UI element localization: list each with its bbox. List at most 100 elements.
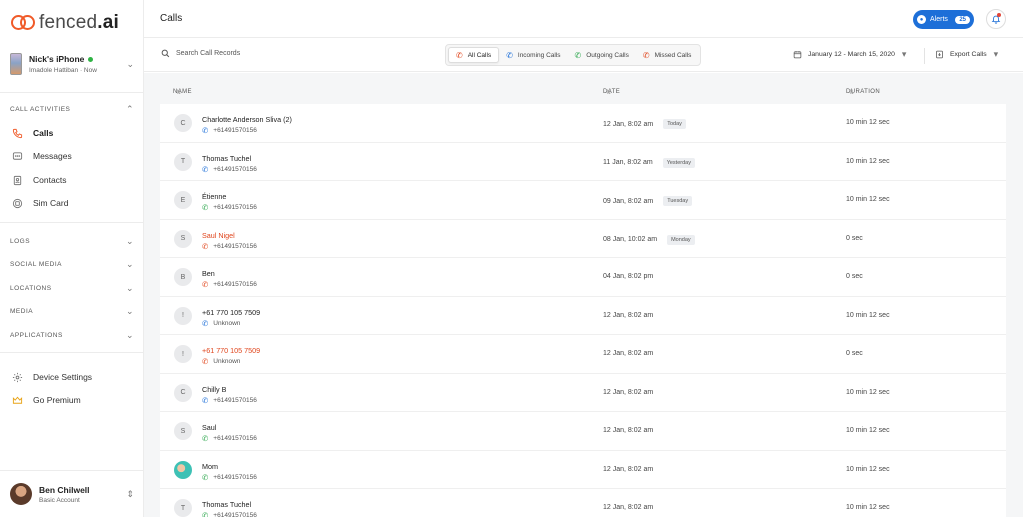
contact-number: ✆ Unknown bbox=[202, 319, 240, 328]
contact-number: ✆ +61491570156 bbox=[202, 165, 257, 174]
user-account-switcher[interactable]: Ben Chilwell Basic Account ⇕ bbox=[10, 482, 134, 506]
avatar: C bbox=[174, 114, 192, 132]
date-value: 08 Jan, 10:02 am bbox=[603, 236, 658, 243]
date-range-picker[interactable]: January 12 - March 15, 2020 ▾ bbox=[793, 49, 906, 60]
phone-number: +61491570156 bbox=[213, 127, 257, 134]
chevron-down-icon: ⌄ bbox=[125, 283, 134, 293]
sidebar-item-label: Contacts bbox=[33, 175, 67, 185]
call-duration: 10 min 12 sec bbox=[846, 157, 890, 165]
tab-all-calls[interactable]: ✆ All Calls bbox=[448, 47, 500, 63]
day-badge: Monday bbox=[667, 234, 695, 245]
phone-icon bbox=[10, 126, 24, 140]
outgoing-call-icon: ✆ bbox=[202, 434, 209, 443]
section-applications[interactable]: APPLICATIONS ⌄ bbox=[10, 330, 134, 341]
filter-bar: Search Call Records ✆ All Calls ✆ Incoming… bbox=[144, 39, 1023, 72]
contact-name: Mom bbox=[202, 461, 218, 471]
table-row[interactable]: Mom ✆ +61491570156 12 Jan, 8:02 am 10 min 12… bbox=[160, 451, 1006, 489]
table-row[interactable]: T Thomas Tuchel ✆ +61491570156 11 Jan, 8:02 … bbox=[160, 143, 1006, 181]
sidebar-item-contacts[interactable]: Contacts bbox=[10, 171, 134, 189]
search-input[interactable]: Search Call Records bbox=[161, 49, 240, 58]
phone-number: +61491570156 bbox=[213, 473, 257, 481]
contact-name: +61 770 105 7509 bbox=[202, 346, 261, 355]
phone-number: +61491570156 bbox=[213, 281, 257, 288]
sim-card-icon bbox=[10, 196, 24, 210]
table-row[interactable]: B Ben ✆ +61491570156 04 Jan, 8:02 pm 0 sec bbox=[160, 258, 1006, 297]
outgoing-call-icon: ✆ bbox=[574, 50, 582, 60]
contact-number: ✆ +61491570156 bbox=[202, 203, 257, 212]
date-value: 12 Jan, 8:02 am bbox=[603, 120, 654, 128]
missed-call-icon: ✆ bbox=[202, 241, 209, 251]
table-row[interactable]: C Chilly B ✆ +61491570156 12 Jan, 8:02 am 10 … bbox=[160, 374, 1006, 412]
table-row[interactable]: C Charlotte Anderson Sliva (2) ✆ +614915701… bbox=[160, 104, 1006, 143]
user-plan: Basic Account bbox=[39, 496, 80, 504]
section-logs[interactable]: LOGS ⌄ bbox=[10, 236, 134, 247]
contact-name: Charlotte Anderson Sliva (2) bbox=[202, 115, 292, 124]
tab-incoming-calls[interactable]: ✆ Incoming Calls bbox=[499, 47, 567, 63]
device-last-seen: Now bbox=[83, 67, 97, 74]
table-row[interactable]: ! +61 770 105 7509 ✆ Unknown 12 Jan, 8:02 am… bbox=[160, 297, 1006, 335]
call-duration: 10 min 12 sec bbox=[846, 119, 890, 126]
logo-text-suffix: .ai bbox=[97, 12, 119, 33]
table-row[interactable]: ! +61 770 105 7509 ✆ Unknown 12 Jan, 8:02 am… bbox=[160, 335, 1006, 374]
incoming-call-icon: ✆ bbox=[202, 164, 209, 174]
date-value: 12 Jan, 8:02 am bbox=[603, 504, 654, 511]
section-label: LOGS bbox=[10, 238, 31, 245]
export-calls-button[interactable]: Export Calls ▾ bbox=[935, 49, 998, 60]
avatar: C bbox=[174, 383, 192, 402]
phone-number: +61491570156 bbox=[213, 204, 257, 211]
tab-label: All Calls bbox=[467, 51, 492, 59]
contact-name: Thomas Tuchel bbox=[202, 500, 252, 509]
date-value: 12 Jan, 8:02 am bbox=[603, 427, 654, 434]
section-social-media[interactable]: SOCIAL MEDIA ⌄ bbox=[10, 259, 134, 270]
table-row[interactable]: E Étienne ✆ +61491570156 09 Jan, 8:02 am Tues… bbox=[160, 181, 1006, 220]
alerts-button[interactable]: ● Alerts 25 bbox=[913, 10, 974, 29]
divider bbox=[0, 222, 143, 223]
phone-number: +61491570156 bbox=[213, 242, 257, 250]
device-selector[interactable]: Nick's iPhone Imadole Hattiban · Now ⌄ bbox=[10, 51, 134, 77]
device-name: Nick's iPhone bbox=[29, 54, 85, 64]
avatar bbox=[174, 460, 192, 479]
calls-table: C Charlotte Anderson Sliva (2) ✆ +614915701… bbox=[160, 104, 1006, 517]
notifications-button[interactable] bbox=[986, 9, 1006, 29]
tab-label: Missed Calls bbox=[654, 51, 692, 59]
export-label: Export Calls bbox=[950, 51, 987, 58]
contact-name: Thomas Tuchel bbox=[202, 153, 252, 163]
table-row[interactable]: S Saul Nigel ✆ +61491570156 08 Jan, 10:02 am… bbox=[160, 220, 1006, 258]
tab-missed-calls[interactable]: ✆ Missed Calls bbox=[636, 47, 699, 63]
section-media[interactable]: MEDIA ⌄ bbox=[10, 306, 134, 317]
device-owner: Imadole Hattiban bbox=[29, 67, 79, 74]
call-duration: 10 min 12 sec bbox=[846, 388, 890, 396]
sidebar-item-go-premium[interactable]: Go Premium bbox=[10, 391, 134, 409]
page-title: Calls bbox=[160, 13, 183, 24]
sidebar-item-calls[interactable]: Calls bbox=[10, 124, 134, 142]
avatar: S bbox=[174, 422, 192, 440]
phone-number: +61491570156 bbox=[213, 512, 257, 517]
contact-number: ✆ +61491570156 bbox=[202, 396, 257, 405]
chevron-down-icon: ⌄ bbox=[125, 306, 134, 316]
sidebar-item-messages[interactable]: Messages bbox=[10, 147, 134, 165]
call-duration: 10 min 12 sec bbox=[846, 504, 890, 511]
contact-number: ✆ +61491570156 bbox=[202, 434, 257, 443]
section-label: MEDIA bbox=[10, 308, 34, 315]
table-row[interactable]: T Thomas Tuchel ✆ +61491570156 12 Jan, 8:02 … bbox=[160, 489, 1006, 517]
tab-outgoing-calls[interactable]: ✆ Outgoing Calls bbox=[568, 47, 636, 63]
avatar bbox=[10, 483, 32, 505]
alerts-label: Alerts bbox=[930, 16, 948, 23]
section-call-activities[interactable]: CALL ACTIVITIES ⌃ bbox=[10, 104, 134, 115]
call-date: 12 Jan, 8:02 am bbox=[603, 504, 653, 511]
date-value: 12 Jan, 8:02 am bbox=[603, 388, 654, 396]
chevron-down-icon[interactable]: ⌄ bbox=[126, 59, 134, 70]
date-value: 04 Jan, 8:02 pm bbox=[603, 273, 654, 280]
call-duration: 10 min 12 sec bbox=[846, 311, 890, 319]
logo[interactable]: fenced.ai bbox=[11, 11, 119, 35]
caret-down-icon: ▾ bbox=[993, 49, 999, 59]
table-row[interactable]: S Saul ✆ +61491570156 12 Jan, 8:02 am 10 min … bbox=[160, 412, 1006, 451]
section-locations[interactable]: LOCATIONS ⌄ bbox=[10, 283, 134, 294]
sidebar-item-sim-card[interactable]: Sim Card bbox=[10, 194, 134, 212]
sidebar-item-device-settings[interactable]: Device Settings bbox=[10, 368, 134, 386]
sidebar: fenced.ai Nick's iPhone Imadole Hattiban… bbox=[0, 0, 144, 517]
avatar: T bbox=[174, 499, 192, 517]
outgoing-call-icon: ✆ bbox=[202, 472, 209, 482]
contact-number: ✆ +61491570156 bbox=[202, 280, 257, 289]
table-header: NAME ⇅ DATE ⇅ DURATION ⇅ bbox=[173, 89, 881, 96]
